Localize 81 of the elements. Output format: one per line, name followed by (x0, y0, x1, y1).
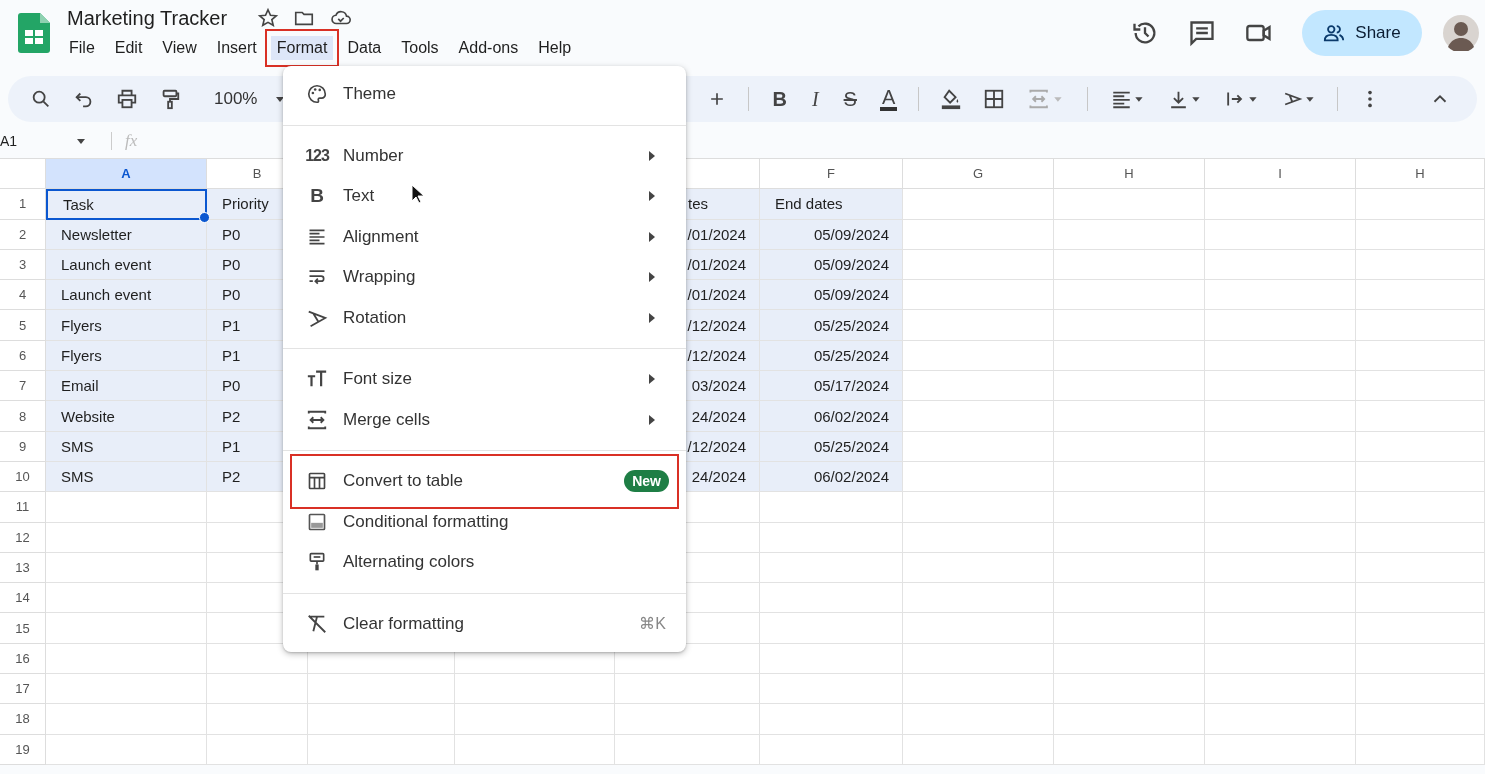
row-header[interactable]: 9 (0, 431, 46, 462)
merge-icon (306, 408, 328, 431)
column-header[interactable]: F (760, 159, 903, 190)
row-header[interactable]: 10 (0, 461, 46, 493)
row-header[interactable]: 6 (0, 340, 46, 372)
borders-icon[interactable] (983, 88, 1006, 110)
menu-glyph: 123 (305, 146, 329, 165)
row-header[interactable]: 19 (0, 734, 46, 765)
table-cell: Launch event (46, 280, 207, 311)
column-header[interactable]: I (1205, 159, 1356, 190)
table-icon (307, 471, 327, 492)
caret-icon (275, 94, 286, 104)
text-color-button[interactable]: A (879, 87, 898, 111)
table-cell: Flyers (46, 340, 207, 372)
conditional-format-icon (307, 511, 327, 532)
table-cell: 06/02/2024 (760, 461, 903, 493)
menu-glyph: B (310, 185, 324, 208)
row-header[interactable]: 8 (0, 401, 46, 432)
menu-item[interactable]: Theme (290, 74, 679, 115)
shortcut-label: ⌘K (639, 614, 666, 634)
row-header[interactable]: 3 (0, 249, 46, 281)
menu-item[interactable]: Format (264, 29, 340, 67)
document-title[interactable]: Marketing Tracker (67, 6, 228, 30)
table-cell: 05/25/2024 (760, 431, 903, 462)
row-header[interactable]: 7 (0, 371, 46, 402)
table-cell: Launch event (46, 249, 207, 281)
avatar-icon[interactable] (1443, 15, 1479, 51)
column-header[interactable]: H (1356, 159, 1485, 190)
star-icon[interactable] (257, 7, 280, 29)
row-header[interactable]: 4 (0, 280, 46, 311)
row-header[interactable]: 17 (0, 674, 46, 705)
table-cell: 05/25/2024 (760, 310, 903, 341)
table-cell: Newsletter (46, 219, 207, 250)
print-icon[interactable] (116, 88, 138, 110)
table-cell: 05/25/2024 (760, 340, 903, 372)
search-icon[interactable] (30, 88, 52, 110)
row-header[interactable]: 2 (0, 219, 46, 250)
palette-icon (306, 83, 328, 106)
formula-label: fx (125, 131, 138, 151)
table-cell: 05/09/2024 (760, 219, 903, 250)
row-header[interactable]: 18 (0, 704, 46, 735)
column-header[interactable]: H (1054, 159, 1205, 190)
italic-button[interactable]: I (809, 87, 821, 111)
table-cell: 05/09/2024 (760, 249, 903, 281)
table-cell: Flyers (46, 310, 207, 341)
menu-item[interactable]: Clear formatting ⌘K (290, 603, 679, 644)
row-header[interactable]: 11 (0, 492, 46, 523)
column-header[interactable]: A (46, 159, 207, 190)
row-header[interactable]: 16 (0, 643, 46, 675)
clear-format-icon (306, 612, 328, 635)
fill-color-icon[interactable] (940, 88, 963, 110)
table-cell: Task (46, 189, 207, 220)
row-header[interactable]: 5 (0, 310, 46, 341)
row-header[interactable]: 13 (0, 552, 46, 584)
menu-item[interactable]: Alternating colors (290, 542, 679, 583)
comment-icon[interactable] (1188, 19, 1216, 47)
table-cell: Website (46, 401, 207, 432)
caret-icon (76, 136, 86, 146)
row-header[interactable]: 14 (0, 583, 46, 614)
paint-roller-icon (307, 552, 327, 573)
mouse-pointer-icon (411, 184, 425, 204)
new-badge: New (624, 470, 669, 493)
table-cell: SMS (46, 461, 207, 493)
table-cell: 05/17/2024 (760, 371, 903, 402)
table-cell: 06/02/2024 (760, 401, 903, 432)
table-cell: 05/09/2024 (760, 280, 903, 311)
row-header[interactable]: 15 (0, 613, 46, 644)
name-box[interactable]: A1 (0, 133, 98, 149)
share-button[interactable]: Share (1302, 10, 1422, 56)
table-cell: End dates (760, 189, 903, 220)
menu-item[interactable]: Convert to table New (290, 454, 679, 509)
zoom-dropdown[interactable]: 100% (214, 89, 286, 109)
strikethrough-button[interactable]: S (841, 87, 859, 111)
people-icon (1323, 22, 1346, 44)
table-cell: Email (46, 371, 207, 402)
row-header[interactable]: 1 (0, 189, 46, 220)
bold-button[interactable]: B (770, 87, 789, 111)
sheets-logo-icon[interactable] (18, 13, 50, 53)
row-header[interactable]: 12 (0, 522, 46, 553)
table-cell: SMS (46, 431, 207, 462)
column-header[interactable]: G (903, 159, 1054, 190)
